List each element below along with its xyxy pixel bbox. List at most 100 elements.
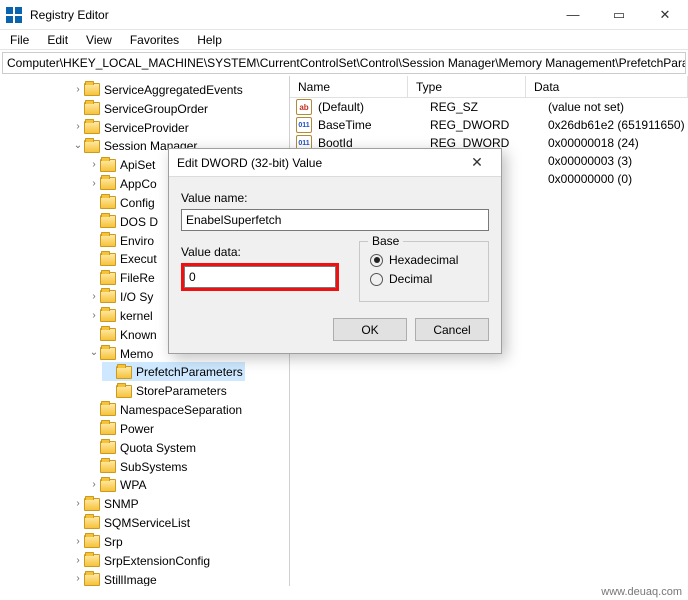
tree-item-label: AppCo <box>120 177 157 191</box>
maximize-button[interactable]: ▭ <box>596 0 642 29</box>
tree-item-label: PrefetchParameters <box>136 365 243 379</box>
ok-button[interactable]: OK <box>333 318 407 341</box>
window-controls: — ▭ ✕ <box>550 0 688 29</box>
string-value-icon: ab <box>296 99 312 115</box>
chevron-right-icon[interactable]: › <box>72 495 84 513</box>
column-name[interactable]: Name <box>290 76 408 97</box>
folder-icon <box>84 573 100 586</box>
folder-icon <box>100 309 116 322</box>
folder-icon <box>100 196 116 209</box>
radio-decimal[interactable]: Decimal <box>370 272 478 286</box>
tree-item[interactable]: ›SNMP <box>6 494 289 513</box>
tree-item[interactable]: SubSystems <box>6 457 289 476</box>
tree-item[interactable]: SQMServiceList <box>6 513 289 532</box>
chevron-right-icon[interactable]: › <box>72 118 84 136</box>
value-data-input[interactable] <box>184 266 336 288</box>
menu-favorites[interactable]: Favorites <box>122 31 187 49</box>
tree-item-label: Srp <box>104 535 123 549</box>
cell-data: 0x26db61e2 (651911650) <box>546 118 688 132</box>
chevron-down-icon[interactable]: ⌄ <box>72 137 84 155</box>
radio-dec-icon <box>370 273 383 286</box>
folder-icon <box>100 253 116 266</box>
folder-icon <box>100 403 116 416</box>
tree-item-label: Memo <box>120 346 153 360</box>
window-title: Registry Editor <box>30 8 550 22</box>
chevron-right-icon[interactable]: › <box>72 81 84 99</box>
folder-icon <box>100 441 116 454</box>
folder-icon <box>84 83 100 96</box>
folder-icon <box>84 121 100 134</box>
dialog-title-bar[interactable]: Edit DWORD (32-bit) Value ✕ <box>169 149 501 177</box>
title-bar: Registry Editor — ▭ ✕ <box>0 0 688 30</box>
base-legend: Base <box>368 234 403 248</box>
menu-help[interactable]: Help <box>189 31 230 49</box>
list-row[interactable]: 011BaseTimeREG_DWORD0x26db61e2 (65191165… <box>290 116 688 134</box>
folder-icon <box>84 516 100 529</box>
folder-icon <box>116 366 132 379</box>
tree-item-label: Enviro <box>120 233 154 247</box>
tree-item[interactable]: Quota System <box>6 438 289 457</box>
tree-item-label: DOS D <box>120 215 158 229</box>
radio-hexadecimal[interactable]: Hexadecimal <box>370 253 478 267</box>
address-bar[interactable]: Computer\HKEY_LOCAL_MACHINE\SYSTEM\Curre… <box>2 52 686 74</box>
cell-type: REG_DWORD <box>428 118 546 132</box>
tree-item[interactable]: Power <box>6 419 289 438</box>
edit-dword-dialog: Edit DWORD (32-bit) Value ✕ Value name: … <box>168 148 502 354</box>
tree-item[interactable]: ServiceGroupOrder <box>6 99 289 118</box>
tree-item-label: ApiSet <box>120 158 155 172</box>
menu-bar: File Edit View Favorites Help <box>0 30 688 50</box>
folder-icon <box>100 272 116 285</box>
value-data-label: Value data: <box>181 245 339 259</box>
folder-icon <box>100 159 116 172</box>
chevron-right-icon[interactable]: › <box>88 288 100 306</box>
column-type[interactable]: Type <box>408 76 526 97</box>
radio-hex-label: Hexadecimal <box>389 253 458 267</box>
close-button[interactable]: ✕ <box>642 0 688 29</box>
cell-data: 0x00000018 (24) <box>546 136 688 150</box>
menu-file[interactable]: File <box>2 31 37 49</box>
value-name-input[interactable] <box>181 209 489 231</box>
tree-item-label: ServiceProvider <box>104 120 189 134</box>
tree-item-label: SQMServiceList <box>104 516 190 530</box>
list-row[interactable]: ab(Default)REG_SZ(value not set) <box>290 98 688 116</box>
column-data[interactable]: Data <box>526 76 688 97</box>
tree-item[interactable]: › ServiceProvider <box>6 118 289 137</box>
tree-item[interactable]: ›ServiceAggregatedEvents <box>6 80 289 99</box>
chevron-right-icon[interactable]: › <box>88 175 100 193</box>
cancel-button[interactable]: Cancel <box>415 318 489 341</box>
tree-item-label: Execut <box>120 252 157 266</box>
folder-icon <box>100 328 116 341</box>
value-data-highlight <box>181 263 339 291</box>
cell-data: (value not set) <box>546 100 688 114</box>
tree-item-label: SrpExtensionConfig <box>104 554 210 568</box>
chevron-right-icon[interactable]: › <box>72 552 84 570</box>
folder-icon <box>84 498 100 511</box>
minimize-button[interactable]: — <box>550 0 596 29</box>
chevron-right-icon[interactable]: › <box>88 156 100 174</box>
folder-icon <box>100 177 116 190</box>
tree-item[interactable]: › Srp <box>6 532 289 551</box>
tree-item-label: StillImage <box>104 572 157 586</box>
tree-item[interactable]: StoreParameters <box>6 381 289 400</box>
menu-view[interactable]: View <box>78 31 120 49</box>
cell-type: REG_SZ <box>428 100 546 114</box>
chevron-right-icon[interactable]: › <box>88 307 100 325</box>
folder-icon <box>84 554 100 567</box>
dialog-title: Edit DWORD (32-bit) Value <box>177 156 322 170</box>
chevron-down-icon[interactable]: ⌄ <box>88 344 100 362</box>
tree-item-label: NamespaceSeparation <box>120 403 242 417</box>
tree-item[interactable]: › StillImage <box>6 570 289 586</box>
chevron-right-icon[interactable]: › <box>72 533 84 551</box>
tree-item[interactable]: ›WPA <box>6 475 289 494</box>
tree-item[interactable]: NamespaceSeparation <box>6 400 289 419</box>
chevron-right-icon[interactable]: › <box>72 570 84 586</box>
tree-item[interactable]: › SrpExtensionConfig <box>6 551 289 570</box>
tree-item[interactable]: PrefetchParameters <box>6 362 289 381</box>
tree-item-label: Config <box>120 196 155 210</box>
chevron-right-icon[interactable]: › <box>88 476 100 494</box>
menu-edit[interactable]: Edit <box>39 31 76 49</box>
cell-data: 0x00000000 (0) <box>546 172 688 186</box>
dialog-close-button[interactable]: ✕ <box>461 154 493 171</box>
tree-item-label: ServiceGroupOrder <box>104 102 208 116</box>
tree-item-label: FileRe <box>120 271 155 285</box>
